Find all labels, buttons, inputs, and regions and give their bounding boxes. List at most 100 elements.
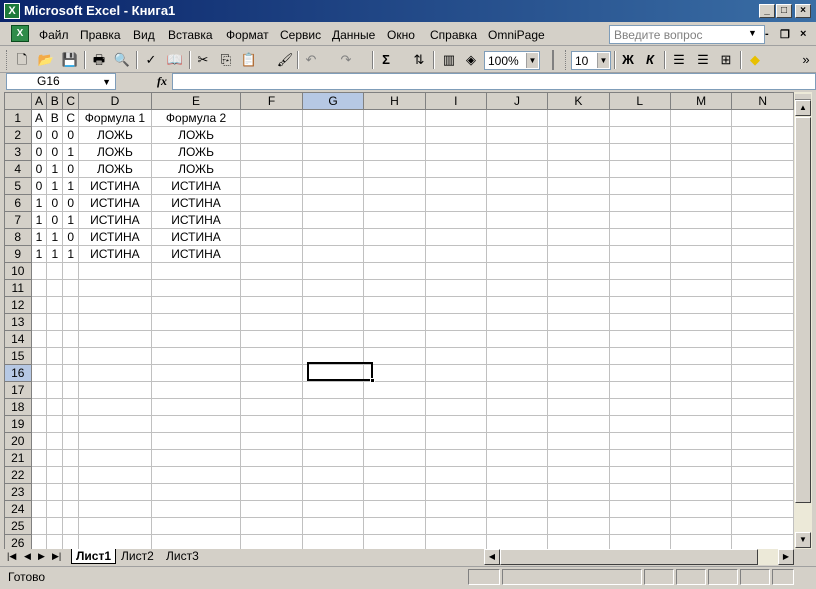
align-right-icon[interactable]: ☰: [694, 51, 712, 69]
cell-h1[interactable]: [363, 109, 426, 127]
cell-m12[interactable]: [669, 296, 733, 314]
column-header-e[interactable]: E: [150, 92, 242, 110]
column-header-d[interactable]: D: [78, 92, 152, 110]
cell-n18[interactable]: [731, 398, 794, 416]
cell-d23[interactable]: [78, 483, 152, 501]
cell-j3[interactable]: [485, 143, 549, 161]
cell-e12[interactable]: [150, 296, 242, 314]
cell-h18[interactable]: [363, 398, 426, 416]
cell-k10[interactable]: [547, 262, 610, 280]
minimize-button[interactable]: _: [759, 4, 775, 18]
cell-g19[interactable]: [301, 415, 365, 433]
cell-e18[interactable]: [150, 398, 242, 416]
cell-b5[interactable]: 1: [46, 177, 64, 195]
cell-h25[interactable]: [363, 517, 426, 535]
cell-k2[interactable]: [547, 126, 610, 144]
cell-e20[interactable]: [150, 432, 242, 450]
cell-e11[interactable]: [150, 279, 242, 297]
cell-n21[interactable]: [731, 449, 794, 467]
row-header[interactable]: 9: [4, 245, 32, 263]
cell-m7[interactable]: [669, 211, 733, 229]
cell-h22[interactable]: [363, 466, 426, 484]
cell-j21[interactable]: [485, 449, 549, 467]
cell-h16[interactable]: [363, 364, 426, 382]
autosum-icon[interactable]: Σ: [377, 51, 395, 69]
cell-c24[interactable]: [62, 500, 80, 518]
cell-b19[interactable]: [46, 415, 64, 433]
cell-b2[interactable]: 0: [46, 126, 64, 144]
column-header-g[interactable]: G: [301, 92, 365, 110]
cell-i23[interactable]: [424, 483, 487, 501]
workbook-minimize-button[interactable]: -: [765, 28, 769, 40]
cell-j4[interactable]: [485, 160, 549, 178]
cell-g10[interactable]: [301, 262, 365, 280]
row-header[interactable]: 23: [4, 483, 32, 501]
vertical-scroll-thumb[interactable]: [795, 117, 811, 503]
cell-j2[interactable]: [485, 126, 549, 144]
cell-l17[interactable]: [608, 381, 671, 399]
scroll-up-arrow-icon[interactable]: ▲: [795, 100, 811, 116]
cell-n12[interactable]: [731, 296, 794, 314]
cell-a6[interactable]: 1: [30, 194, 48, 212]
cell-g18[interactable]: [301, 398, 365, 416]
cell-d8[interactable]: ИСТИНА: [78, 228, 152, 246]
cell-k5[interactable]: [547, 177, 610, 195]
sheet-tab-2[interactable]: Лист2: [117, 549, 158, 564]
cell-b10[interactable]: [46, 262, 64, 280]
cell-f25[interactable]: [240, 517, 303, 535]
cell-d10[interactable]: [78, 262, 152, 280]
cell-g17[interactable]: [301, 381, 365, 399]
cell-l11[interactable]: [608, 279, 671, 297]
cell-h6[interactable]: [363, 194, 426, 212]
cell-c1[interactable]: C: [62, 109, 80, 127]
cell-h15[interactable]: [363, 347, 426, 365]
row-header[interactable]: 6: [4, 194, 32, 212]
copy-icon[interactable]: ⎘: [217, 51, 235, 69]
cell-h20[interactable]: [363, 432, 426, 450]
chevron-down-icon[interactable]: ▼: [102, 75, 111, 90]
cell-k13[interactable]: [547, 313, 610, 331]
cell-k9[interactable]: [547, 245, 610, 263]
column-header-b[interactable]: B: [46, 92, 64, 110]
cell-b6[interactable]: 0: [46, 194, 64, 212]
cell-n23[interactable]: [731, 483, 794, 501]
cell-a14[interactable]: [30, 330, 48, 348]
cell-g12[interactable]: [301, 296, 365, 314]
cell-i14[interactable]: [424, 330, 487, 348]
cell-k24[interactable]: [547, 500, 610, 518]
cell-n26[interactable]: [731, 534, 794, 549]
paste-icon[interactable]: 📋: [240, 51, 258, 69]
cell-d6[interactable]: ИСТИНА: [78, 194, 152, 212]
column-header-k[interactable]: K: [547, 92, 610, 110]
cell-m5[interactable]: [669, 177, 733, 195]
cell-k19[interactable]: [547, 415, 610, 433]
menu-file[interactable]: Файл: [39, 28, 69, 42]
cell-c2[interactable]: 0: [62, 126, 80, 144]
cell-k17[interactable]: [547, 381, 610, 399]
cell-m9[interactable]: [669, 245, 733, 263]
cell-m24[interactable]: [669, 500, 733, 518]
excel-icon[interactable]: X: [4, 3, 20, 19]
column-header-f[interactable]: F: [240, 92, 303, 110]
row-header[interactable]: 26: [4, 534, 32, 549]
cell-d21[interactable]: [78, 449, 152, 467]
format-painter-icon[interactable]: 🖌: [276, 51, 294, 69]
cell-g14[interactable]: [301, 330, 365, 348]
cell-h14[interactable]: [363, 330, 426, 348]
cell-c4[interactable]: 0: [62, 160, 80, 178]
cell-i13[interactable]: [424, 313, 487, 331]
cell-n9[interactable]: [731, 245, 794, 263]
cell-i6[interactable]: [424, 194, 487, 212]
cell-i26[interactable]: [424, 534, 487, 549]
cell-f26[interactable]: [240, 534, 303, 549]
cell-n1[interactable]: [731, 109, 794, 127]
cell-l14[interactable]: [608, 330, 671, 348]
cell-l6[interactable]: [608, 194, 671, 212]
cell-a12[interactable]: [30, 296, 48, 314]
cell-l26[interactable]: [608, 534, 671, 549]
cell-n25[interactable]: [731, 517, 794, 535]
cell-f18[interactable]: [240, 398, 303, 416]
cell-c14[interactable]: [62, 330, 80, 348]
menu-format[interactable]: Формат: [226, 28, 269, 42]
cell-a10[interactable]: [30, 262, 48, 280]
